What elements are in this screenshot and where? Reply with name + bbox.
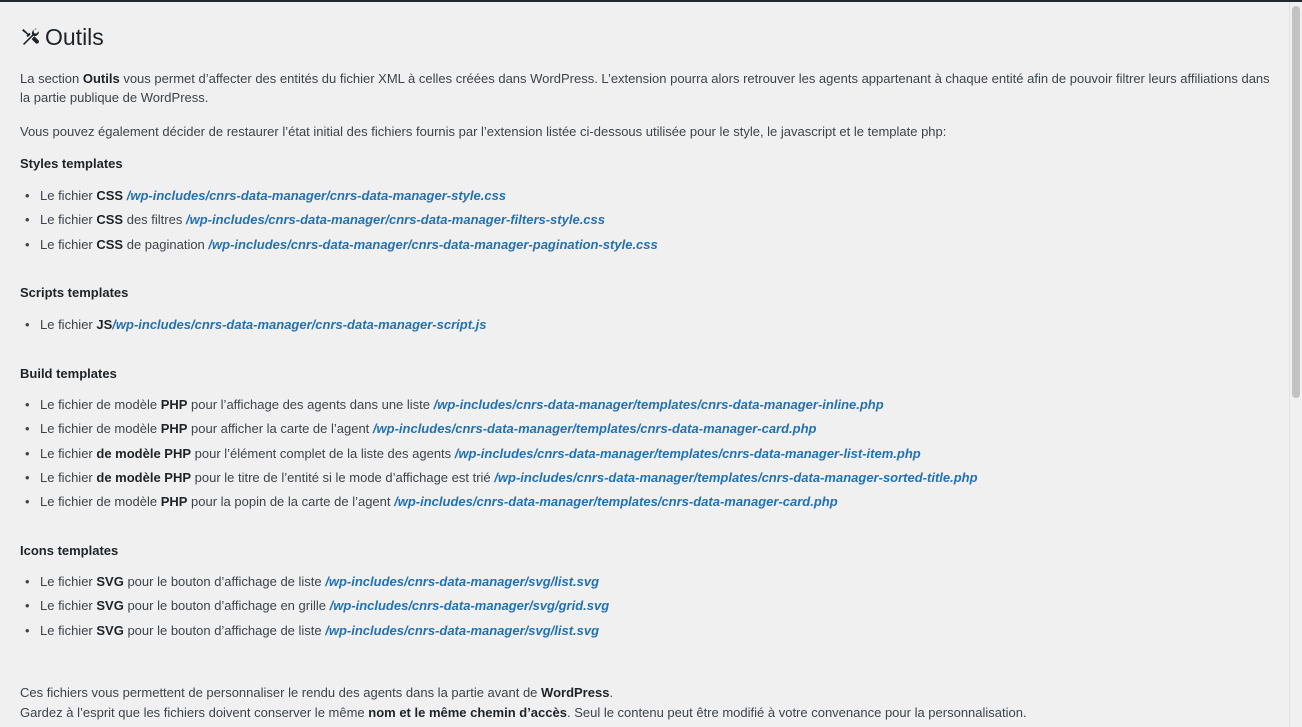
intro-paragraph-1: La section Outils vous permet d’affecter… xyxy=(20,69,1280,107)
list-item: Le fichier JS/wp-includes/cnrs-data-mana… xyxy=(20,315,487,339)
file-path-link[interactable]: /wp-includes/cnrs-data-manager/svg/grid.… xyxy=(330,598,610,613)
footer-text: Gardez à l’esprit que les fichiers doive… xyxy=(20,705,369,720)
item-text: Le fichier xyxy=(40,188,97,203)
list-item: Le fichier CSS /wp-includes/cnrs-data-ma… xyxy=(20,186,658,210)
item-text: de pagination xyxy=(123,236,209,252)
item-text: Le fichier xyxy=(40,445,97,461)
intro-text: La section xyxy=(20,71,83,86)
item-bold: JS xyxy=(96,317,113,332)
styles-list: Le fichier CSS /wp-includes/cnrs-data-ma… xyxy=(20,186,658,259)
file-path-link[interactable]: /wp-includes/cnrs-data-manager/svg/list.… xyxy=(325,574,599,589)
list-item: Le fichier SVG pour le bouton d’affichag… xyxy=(20,596,609,620)
item-text: Le fichier de modèle xyxy=(40,494,161,510)
page-title-text: Outils xyxy=(45,24,104,50)
intro-text: vous permet d’affecter des entités du fi… xyxy=(20,71,1270,105)
item-text: Le fichier xyxy=(40,622,97,638)
footer-paragraph-1: Ces fichiers vous permettent de personna… xyxy=(20,683,1280,702)
item-bold: SVG xyxy=(96,598,124,614)
item-bold: CSS xyxy=(96,212,124,228)
item-bold: CSS xyxy=(96,236,124,252)
file-path-link[interactable]: /wp-includes/cnrs-data-manager/templates… xyxy=(434,397,884,412)
scrollbar[interactable] xyxy=(1289,2,1302,727)
item-text: Le fichier de modèle xyxy=(40,397,161,412)
file-path-link[interactable]: /wp-includes/cnrs-data-manager/cnrs-data… xyxy=(127,188,506,203)
list-item: Le fichier de modèle PHP pour la popin d… xyxy=(20,492,978,516)
item-text: pour le bouton d’affichage de liste xyxy=(123,622,326,638)
file-path-link[interactable]: /wp-includes/cnrs-data-manager/templates… xyxy=(455,446,921,461)
list-item: Le fichier SVG pour le bouton d’affichag… xyxy=(20,572,609,596)
item-text: pour la popin de la carte de l’agent xyxy=(187,494,395,510)
file-path-link[interactable]: /wp-includes/cnrs-data-manager/svg/list.… xyxy=(325,623,599,638)
file-path-link[interactable]: /wp-includes/cnrs-data-manager/templates… xyxy=(373,421,817,436)
item-text: Le fichier xyxy=(40,598,97,614)
item-text: pour le bouton d’affichage de liste xyxy=(123,574,326,589)
item-bold: de modèle PHP xyxy=(96,445,192,461)
list-item: Le fichier de modèle PHP pour l’élément … xyxy=(20,444,978,468)
build-title: Build templates xyxy=(20,366,117,381)
footer-paragraph-2: Gardez à l’esprit que les fichiers doive… xyxy=(20,703,1280,722)
item-text: Le fichier xyxy=(40,236,97,252)
icons-list: Le fichier SVG pour le bouton d’affichag… xyxy=(20,572,609,645)
list-item: Le fichier CSS des filtres /wp-includes/… xyxy=(20,210,658,234)
list-item: Le fichier de modèle PHP pour l’affichag… xyxy=(20,395,978,419)
item-text: pour le bouton d’affichage en grille xyxy=(123,598,330,614)
item-text: des filtres xyxy=(123,212,186,228)
intro-paragraph-2: Vous pouvez également décider de restaur… xyxy=(20,124,947,139)
styles-title: Styles templates xyxy=(20,156,123,171)
footer-bold: WordPress xyxy=(541,685,610,700)
item-bold: PHP xyxy=(160,494,188,510)
build-list: Le fichier de modèle PHP pour l’affichag… xyxy=(20,395,978,516)
item-text: Le fichier xyxy=(40,469,97,485)
item-text: pour l’affichage des agents dans une lis… xyxy=(187,397,434,412)
footer-bold: nom et le même chemin d’accès xyxy=(368,705,567,720)
item-bold: SVG xyxy=(96,574,124,589)
footer-text: . xyxy=(609,685,614,700)
item-text: Le fichier xyxy=(40,574,97,589)
file-path-link[interactable]: /wp-includes/cnrs-data-manager/cnrs-data… xyxy=(208,237,657,252)
list-item: Le fichier CSS de pagination /wp-include… xyxy=(20,235,658,259)
tools-icon xyxy=(22,28,39,45)
item-text: pour afficher la carte de l’agent xyxy=(187,421,373,437)
list-item: Le fichier de modèle PHP pour afficher l… xyxy=(20,419,978,443)
item-text: Le fichier xyxy=(40,317,97,332)
file-path-link[interactable]: /wp-includes/cnrs-data-manager/cnrs-data… xyxy=(112,317,486,332)
item-text: pour l’élément complet de la liste des a… xyxy=(191,445,455,461)
icons-title: Icons templates xyxy=(20,543,119,558)
footer-text: Ces fichiers vous permettent de personna… xyxy=(20,685,542,700)
scripts-title: Scripts templates xyxy=(20,285,129,300)
item-text: pour le titre de l’entité si le mode d’a… xyxy=(191,469,495,485)
item-bold: PHP xyxy=(160,397,188,412)
item-text: Le fichier xyxy=(40,212,97,228)
item-bold: SVG xyxy=(96,622,124,638)
file-path-link[interactable]: /wp-includes/cnrs-data-manager/templates… xyxy=(394,494,838,509)
item-bold: PHP xyxy=(160,421,188,437)
scripts-list: Le fichier JS/wp-includes/cnrs-data-mana… xyxy=(20,315,487,339)
page-title: Outils xyxy=(20,22,104,52)
intro-bold: Outils xyxy=(82,71,120,86)
footer-text: . Seul le contenu peut être modifié à vo… xyxy=(566,705,1027,720)
list-item: Le fichier de modèle PHP pour le titre d… xyxy=(20,468,978,492)
file-path-link[interactable]: /wp-includes/cnrs-data-manager/cnrs-data… xyxy=(186,212,605,227)
scrollbar-thumb[interactable] xyxy=(1292,6,1300,398)
item-bold: CSS xyxy=(96,188,124,203)
item-text: Le fichier de modèle xyxy=(40,421,161,437)
list-item: Le fichier SVG pour le bouton d’affichag… xyxy=(20,621,609,645)
item-bold: de modèle PHP xyxy=(96,469,192,485)
file-path-link[interactable]: /wp-includes/cnrs-data-manager/templates… xyxy=(494,470,977,485)
